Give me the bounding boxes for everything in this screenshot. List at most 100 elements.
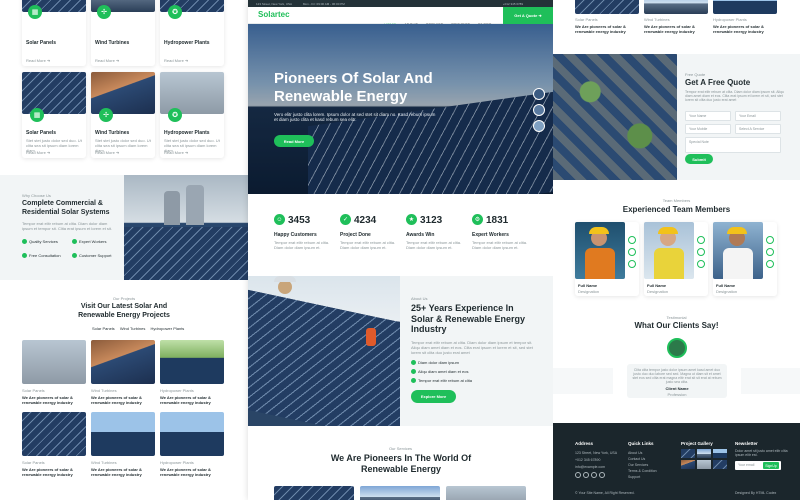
- project-image[interactable]: [91, 412, 155, 456]
- project-image[interactable]: [160, 412, 224, 456]
- worker-figure-shape: [366, 328, 376, 346]
- service-select[interactable]: Select A Service: [735, 124, 781, 134]
- email-field[interactable]: Your Email: [735, 111, 781, 121]
- twitter-icon[interactable]: [575, 472, 581, 478]
- linkedin-icon[interactable]: [599, 472, 605, 478]
- carousel-thumb[interactable]: [533, 88, 545, 100]
- read-more-link[interactable]: Read More ➜: [164, 150, 188, 155]
- read-more-button[interactable]: Read More: [274, 135, 314, 147]
- project-image[interactable]: [644, 0, 708, 14]
- feature-item: Customer Support: [72, 253, 111, 259]
- read-more-link[interactable]: Read More ➜: [95, 150, 119, 155]
- stats-section: ☺ 3453 Happy Customers Tempor erat elitr…: [248, 194, 553, 276]
- gallery-thumb[interactable]: [697, 460, 711, 469]
- top-bar: 123 Street, New York, USA Mon - Fri: 09:…: [248, 0, 553, 7]
- facebook-icon[interactable]: [697, 236, 705, 244]
- read-more-link[interactable]: Read More ➜: [26, 150, 50, 155]
- explore-more-button[interactable]: Explore More: [411, 390, 456, 403]
- gallery-thumb[interactable]: [713, 449, 727, 458]
- read-more-link[interactable]: Read More ➜: [95, 58, 119, 63]
- feature-item: Expert Workers: [72, 239, 107, 245]
- instagram-icon[interactable]: [766, 260, 774, 268]
- submit-button[interactable]: Submit: [685, 154, 713, 164]
- testimonial-card-prev: [553, 368, 613, 394]
- wind-turbine-icon: ✢: [97, 5, 111, 19]
- brand-logo[interactable]: Solartec: [258, 10, 290, 19]
- team-card[interactable]: Full Name Designation: [575, 222, 639, 296]
- stat-value: 3123: [420, 215, 443, 226]
- check-icon: [411, 369, 416, 375]
- get-quote-button[interactable]: Get A Quote ➜: [503, 7, 553, 24]
- service-card-hydro[interactable]: ✪ Hydropower Plants Read More ➜: [160, 0, 224, 66]
- hours-text: Mon - Fri: 09:00 AM - 06:00 PM: [302, 2, 345, 6]
- instagram-icon[interactable]: [697, 260, 705, 268]
- stat-label: Awards Win: [406, 232, 435, 238]
- stat-label: Project Done: [340, 232, 371, 238]
- project-image[interactable]: [713, 0, 777, 14]
- project-desc: We Are pioneers of solar & renewable ene…: [91, 467, 142, 477]
- signup-button[interactable]: SignUp: [763, 462, 779, 469]
- project-image[interactable]: [91, 340, 155, 384]
- project-image[interactable]: [160, 340, 224, 384]
- read-more-link[interactable]: Read More ➜: [26, 58, 50, 63]
- project-desc: We Are pioneers of solar & renewable ene…: [22, 467, 73, 477]
- member-role: Designation: [578, 289, 600, 294]
- service-card-solar[interactable]: ▦ Solar Panels Stet stet justo dolor sed…: [22, 72, 86, 158]
- team-card[interactable]: Full Name Designation: [713, 222, 777, 296]
- gallery-thumb[interactable]: [697, 449, 711, 458]
- twitter-icon[interactable]: [766, 248, 774, 256]
- filter-hydro[interactable]: Hydropower Plants: [151, 326, 185, 331]
- section-tag: Why Choose Us: [22, 193, 51, 198]
- check-icon: [411, 360, 416, 366]
- read-more-link[interactable]: Read More ➜: [164, 58, 188, 63]
- facebook-icon[interactable]: [766, 236, 774, 244]
- project-category: Solar Panels: [22, 460, 45, 465]
- section-tag: Our Projects: [112, 296, 136, 301]
- footer-link[interactable]: Support: [628, 474, 657, 480]
- gallery-grid: [681, 449, 727, 469]
- worker-icon: ⚙: [472, 214, 483, 225]
- project-category: Wind Turbines: [91, 460, 117, 465]
- name-field[interactable]: Your Name: [685, 111, 731, 121]
- hard-hat-shape: [727, 227, 747, 234]
- section-tag: Free Quote: [685, 72, 706, 77]
- gallery-thumb[interactable]: [681, 460, 695, 469]
- carousel-thumb[interactable]: [533, 120, 545, 132]
- section-title: Visit Our Latest Solar And Renewable Ene…: [78, 303, 170, 319]
- project-desc: We Are pioneers of solar & renewable ene…: [91, 395, 142, 405]
- testimonial-card-next: [741, 368, 800, 394]
- note-textarea[interactable]: Special Note: [685, 137, 781, 153]
- facebook-icon[interactable]: [628, 236, 636, 244]
- team-card[interactable]: Full Name Designation: [644, 222, 708, 296]
- project-image[interactable]: [22, 412, 86, 456]
- about-section: About Us 25+ Years Experience In Solar &…: [248, 276, 553, 426]
- service-title: Solar Panels: [26, 40, 57, 46]
- project-image[interactable]: [575, 0, 639, 14]
- service-image: [22, 72, 86, 114]
- award-icon: ★: [406, 214, 417, 225]
- twitter-icon[interactable]: [628, 248, 636, 256]
- footer-heading: Quick Links: [628, 441, 654, 446]
- instagram-icon[interactable]: [628, 260, 636, 268]
- facebook-icon[interactable]: [583, 472, 589, 478]
- check-icon: [411, 378, 416, 384]
- stat-text: Tempor erat elitr rebum at clita. Diam d…: [340, 240, 396, 250]
- youtube-icon[interactable]: [591, 472, 597, 478]
- service-card-wind[interactable]: ✢ Wind Turbines Stet stet justo dolor se…: [91, 72, 155, 158]
- gallery-thumb[interactable]: [681, 449, 695, 458]
- carousel-thumb[interactable]: [533, 104, 545, 116]
- project-image[interactable]: [22, 340, 86, 384]
- gallery-thumb[interactable]: [713, 460, 727, 469]
- service-card-hydro[interactable]: ✪ Hydropower Plants Stet stet justo dolo…: [160, 72, 224, 158]
- filter-wind[interactable]: Wind Turbines: [120, 326, 146, 331]
- section-title: Complete Commercial & Residential Solar …: [22, 200, 110, 216]
- twitter-icon[interactable]: [697, 248, 705, 256]
- filter-solar[interactable]: Solar Panels: [92, 326, 115, 331]
- project-category: Wind Turbines: [91, 388, 117, 393]
- headset-icon: [72, 253, 77, 259]
- service-card-solar[interactable]: ▦ Solar Panels Read More ➜: [22, 0, 86, 66]
- member-photo: [713, 222, 763, 279]
- section-tag: About Us: [411, 296, 428, 301]
- service-card-wind[interactable]: ✢ Wind Turbines Read More ➜: [91, 0, 155, 66]
- mobile-field[interactable]: Your Mobile: [685, 124, 731, 134]
